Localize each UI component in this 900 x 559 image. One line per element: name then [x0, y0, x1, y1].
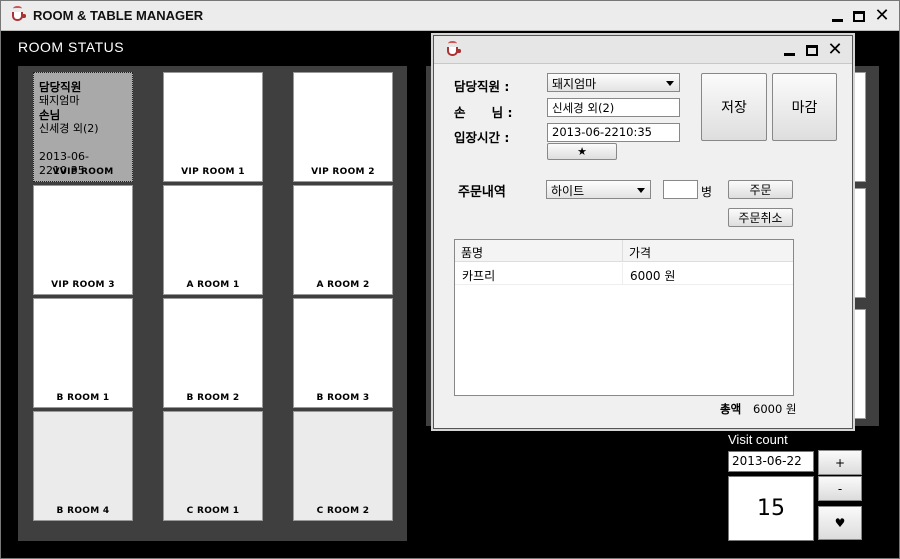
- guest-label: 손 님 :: [454, 105, 513, 120]
- room-card-vip-3[interactable]: VIP ROOM 3: [33, 185, 133, 295]
- close-icon: ✕: [827, 38, 843, 60]
- room-occupancy-info: 담당직원 돼지엄마 손님 신세경 외(2) 2013-06-2210:35: [39, 80, 132, 178]
- column-header-item[interactable]: 품명: [455, 240, 623, 262]
- menu-item-select[interactable]: 하이트: [546, 180, 651, 199]
- close-out-button[interactable]: 마감: [772, 73, 837, 141]
- close-button[interactable]: ✕: [872, 4, 892, 26]
- visit-heart-button[interactable]: ♥: [818, 506, 862, 540]
- dialog-maximize-button[interactable]: [802, 40, 822, 60]
- room-card-b-4[interactable]: B ROOM 4: [33, 411, 133, 521]
- visit-decrement-button[interactable]: -: [818, 476, 862, 501]
- save-button[interactable]: 저장: [701, 73, 767, 141]
- dialog-close-button[interactable]: ✕: [825, 38, 845, 60]
- guest-input[interactable]: 신세경 외(2): [547, 98, 680, 117]
- table-cell-item[interactable]: 카프리: [455, 263, 623, 285]
- heart-icon: ♥: [834, 516, 846, 530]
- room-guest-label: 손님: [39, 108, 61, 122]
- column-header-price[interactable]: 가격: [623, 240, 793, 262]
- room-card-b-3[interactable]: B ROOM 3: [293, 298, 393, 408]
- close-icon: ✕: [874, 4, 890, 26]
- room-card-a-1[interactable]: A ROOM 1: [163, 185, 263, 295]
- chevron-down-icon: [666, 81, 674, 86]
- room-staff-name: 돼지엄마: [39, 94, 80, 107]
- room-name: VIP ROOM 2: [311, 167, 375, 177]
- total-label: 총액: [720, 402, 742, 416]
- room-card-c-1[interactable]: C ROOM 1: [163, 411, 263, 521]
- room-card-vip-1[interactable]: VIP ROOM 1: [163, 72, 263, 182]
- staff-select[interactable]: 돼지엄마: [547, 73, 680, 92]
- minimize-icon: [783, 52, 795, 56]
- maximize-icon: [806, 44, 818, 56]
- room-name: C ROOM 1: [186, 506, 240, 516]
- room-name: VIP ROOM 1: [181, 167, 245, 177]
- room-status-label: ROOM STATUS: [18, 39, 125, 55]
- quantity-input[interactable]: [663, 180, 698, 199]
- room-detail-dialog: ✕ 담당직원 : 돼지엄마 손 님 : 신세경 외(2) 입장시간 : 2013…: [433, 35, 853, 429]
- set-time-button[interactable]: ★: [547, 143, 617, 160]
- room-name: C ROOM 2: [316, 506, 370, 516]
- room-card-b-1[interactable]: B ROOM 1: [33, 298, 133, 408]
- room-name: A ROOM 1: [186, 280, 240, 290]
- room-name: B ROOM 1: [56, 393, 110, 403]
- room-card-c-2[interactable]: C ROOM 2: [293, 411, 393, 521]
- room-guest-name: 신세경 외(2): [39, 122, 99, 135]
- room-name: B ROOM 2: [186, 393, 240, 403]
- order-button[interactable]: 주문: [728, 180, 793, 199]
- room-name: A ROOM 2: [316, 280, 370, 290]
- order-label: 주문내역: [458, 185, 506, 200]
- maximize-icon: [853, 10, 865, 22]
- room-card-vip-2[interactable]: VIP ROOM 2: [293, 72, 393, 182]
- chevron-down-icon: [637, 188, 645, 193]
- room-name: VVIP ROOM: [52, 167, 114, 177]
- main-titlebar[interactable]: ROOM & TABLE MANAGER ✕: [1, 1, 899, 31]
- entry-time-label: 입장시간 :: [454, 130, 510, 145]
- dialog-minimize-button[interactable]: [779, 40, 799, 60]
- coffee-cup-icon: [444, 41, 462, 59]
- coffee-cup-icon: [9, 6, 27, 24]
- window-title: ROOM & TABLE MANAGER: [33, 8, 204, 23]
- minimize-button[interactable]: [827, 6, 847, 26]
- room-name: VIP ROOM 3: [51, 280, 115, 290]
- dialog-titlebar[interactable]: ✕: [434, 36, 852, 64]
- room-card-b-2[interactable]: B ROOM 2: [163, 298, 263, 408]
- room-name: B ROOM 3: [316, 393, 370, 403]
- visit-date-field[interactable]: 2013-06-22: [728, 451, 814, 472]
- visit-count-display: 15: [728, 476, 814, 541]
- total-value: 6000 원: [753, 402, 797, 416]
- room-staff-label: 담당직원: [39, 80, 82, 94]
- room-panel: 담당직원 돼지엄마 손님 신세경 외(2) 2013-06-2210:35 VV…: [18, 66, 407, 541]
- room-name: B ROOM 4: [56, 506, 110, 516]
- room-card-vvip[interactable]: 담당직원 돼지엄마 손님 신세경 외(2) 2013-06-2210:35 VV…: [33, 72, 133, 182]
- room-card-a-2[interactable]: A ROOM 2: [293, 185, 393, 295]
- order-table: 품명 가격 카프리 6000 원: [454, 239, 794, 396]
- visit-count-label: Visit count: [728, 432, 788, 447]
- entry-time-input[interactable]: 2013-06-2210:35: [547, 123, 680, 142]
- staff-select-value: 돼지엄마: [552, 77, 597, 91]
- maximize-button[interactable]: [849, 6, 869, 26]
- star-icon: ★: [577, 145, 587, 158]
- quantity-unit-label: 병: [701, 185, 713, 199]
- cancel-order-button[interactable]: 주문취소: [728, 208, 793, 227]
- table-cell-price[interactable]: 6000 원: [623, 263, 793, 285]
- visit-increment-button[interactable]: +: [818, 450, 862, 475]
- staff-label: 담당직원 :: [454, 79, 510, 94]
- minimize-icon: [831, 18, 843, 22]
- menu-item-select-value: 하이트: [551, 184, 585, 198]
